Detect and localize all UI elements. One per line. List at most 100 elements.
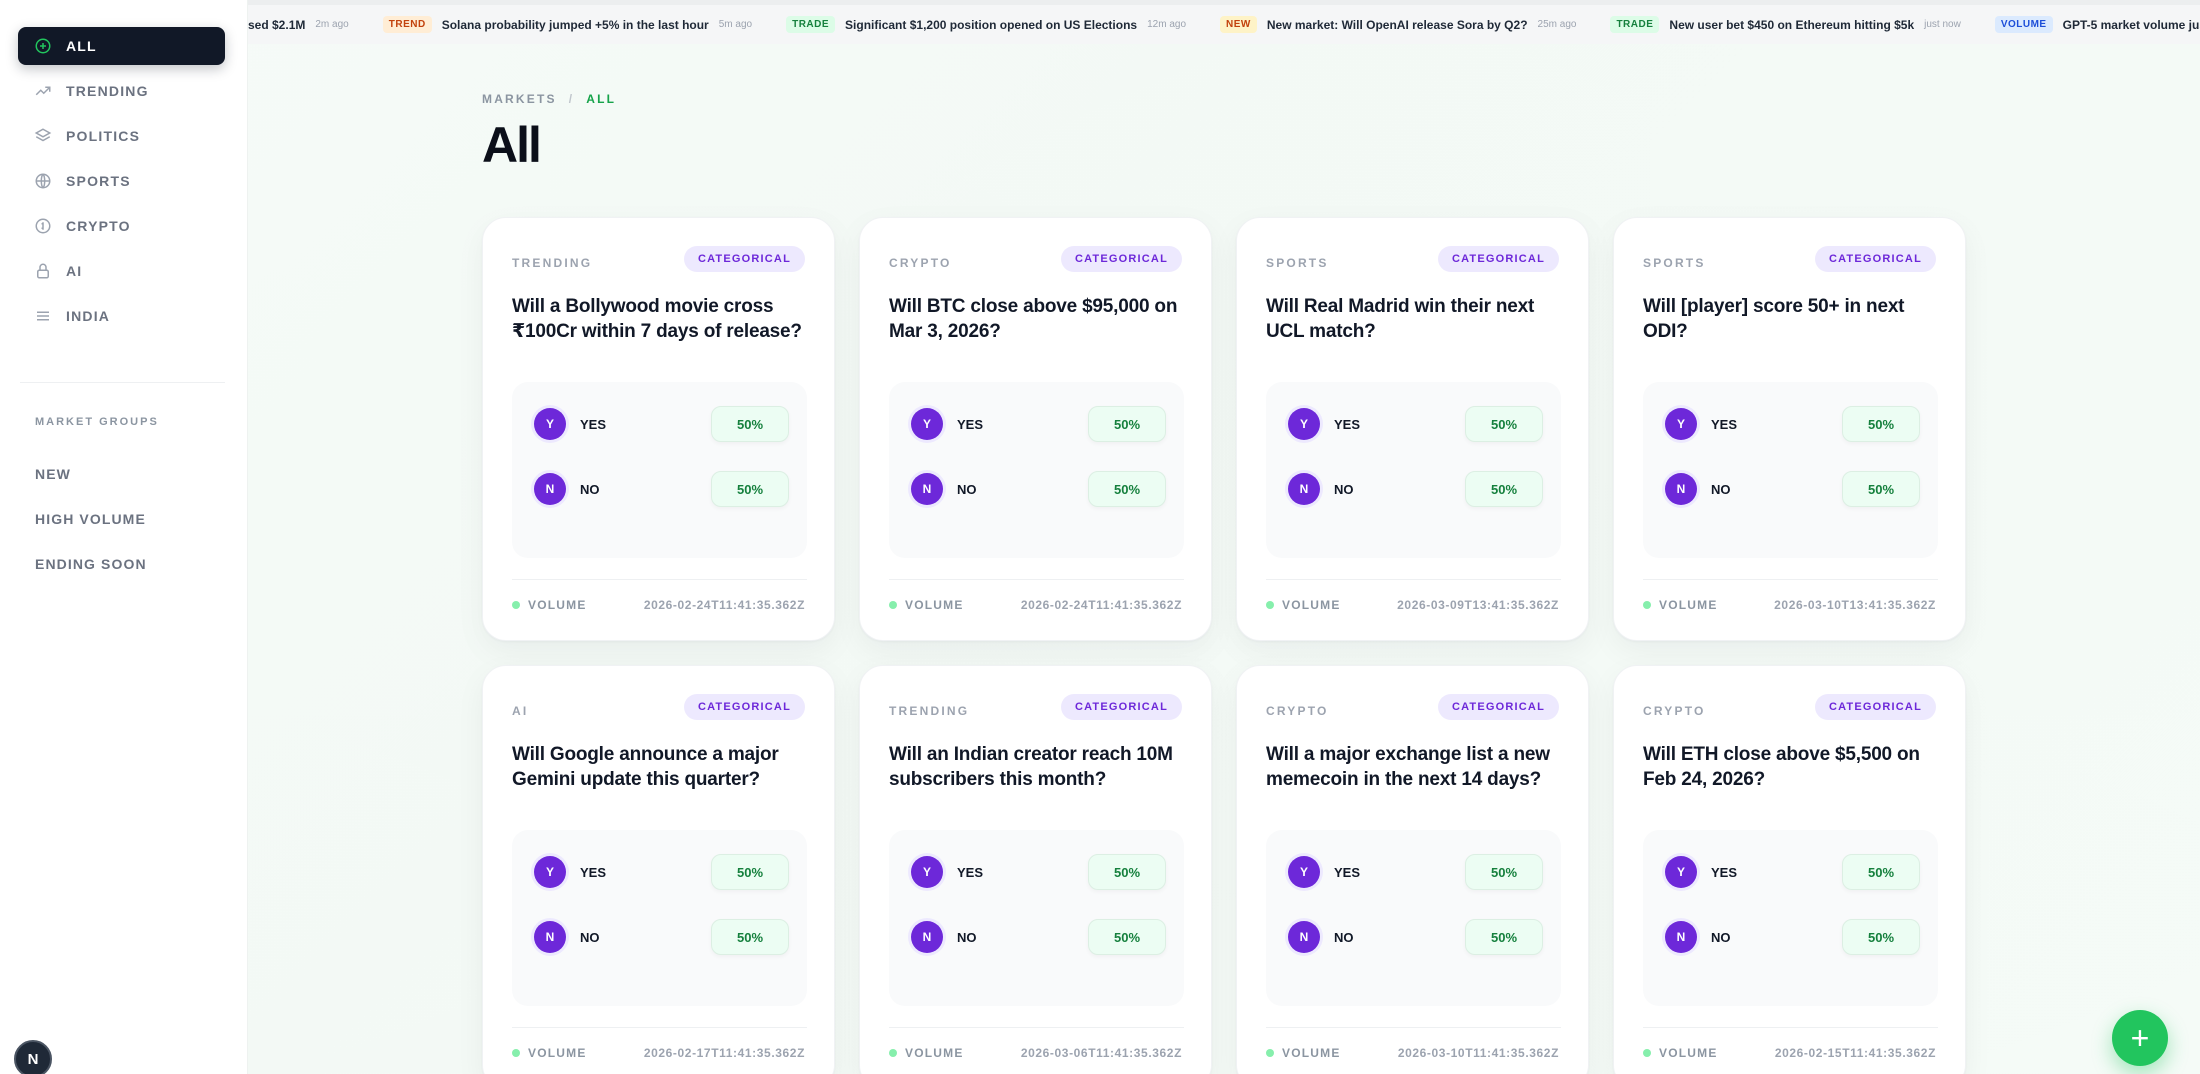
group-item-new[interactable]: NEW — [35, 466, 71, 482]
volume-dot-icon — [1266, 601, 1274, 609]
outcome-no[interactable]: N NO 50% — [911, 919, 1166, 955]
market-card[interactable]: TRENDING CATEGORICAL Will a Bollywood mo… — [482, 217, 835, 641]
sidebar-item-trending[interactable]: TRENDING — [18, 72, 225, 110]
ticker-item[interactable]: TREND Solana probability jumped +5% in th… — [382, 16, 752, 33]
breadcrumb-separator: / — [568, 92, 575, 106]
outcome-no-price-button[interactable]: 50% — [1088, 919, 1166, 955]
market-question[interactable]: Will BTC close above $95,000 on Mar 3, 2… — [889, 294, 1199, 344]
outcome-no[interactable]: N NO 50% — [1288, 471, 1543, 507]
market-question[interactable]: Will Real Madrid win their next UCL matc… — [1266, 294, 1576, 344]
sidebar-item-all[interactable]: ALL — [18, 27, 225, 65]
sidebar-item-label: ALL — [66, 38, 97, 54]
market-card[interactable]: CRYPTO CATEGORICAL Will a major exchange… — [1236, 665, 1589, 1074]
outcome-no[interactable]: N NO 50% — [1288, 919, 1543, 955]
sidebar-item-label: AI — [66, 263, 83, 279]
outcome-yes[interactable]: Y YES 50% — [1665, 854, 1920, 890]
add-market-button[interactable]: + — [2112, 1010, 2168, 1066]
ticker-item[interactable]: TRADE Significant $1,200 position opened … — [786, 16, 1186, 33]
outcome-no-price-button[interactable]: 50% — [711, 471, 789, 507]
outcome-no-price-button[interactable]: 50% — [711, 919, 789, 955]
outcome-yes-price-button[interactable]: 50% — [1088, 854, 1166, 890]
market-card[interactable]: CRYPTO CATEGORICAL Will ETH close above … — [1613, 665, 1966, 1074]
outcome-yes[interactable]: Y YES 50% — [1288, 854, 1543, 890]
outcome-panel: Y YES 50% N NO 50% — [1643, 382, 1938, 558]
market-type-badge: CATEGORICAL — [1060, 694, 1182, 720]
market-question[interactable]: Will a major exchange list a new memecoi… — [1266, 742, 1576, 792]
outcome-no-price-button[interactable]: 50% — [1842, 919, 1920, 955]
sidebar-item-ai[interactable]: AI — [18, 252, 225, 290]
outcome-yes[interactable]: Y YES 50% — [534, 854, 789, 890]
market-question[interactable]: Will a Bollywood movie cross ₹100Cr with… — [512, 294, 822, 344]
ticker-badge: TREND — [382, 16, 432, 33]
coin-icon — [34, 217, 52, 235]
sidebar-item-sports[interactable]: SPORTS — [18, 162, 225, 200]
sidebar-item-india[interactable]: INDIA — [18, 297, 225, 335]
ticker-badge: VOLUME — [1994, 16, 2053, 33]
volume-indicator: VOLUME — [889, 1046, 964, 1060]
outcome-no-label: NO — [1334, 481, 1354, 497]
group-item-high-volume[interactable]: HIGH VOLUME — [35, 511, 146, 527]
ticker-item[interactable]: sed $2.1M 2m ago — [248, 18, 349, 32]
outcome-yes-price-button[interactable]: 50% — [1088, 406, 1166, 442]
outcome-no-price-button[interactable]: 50% — [1088, 471, 1166, 507]
market-type-badge: CATEGORICAL — [683, 694, 805, 720]
outcome-no[interactable]: N NO 50% — [534, 471, 789, 507]
outcome-no-label: NO — [580, 481, 600, 497]
market-end-date: 2026-03-06T11:41:35.362Z — [1020, 1046, 1182, 1060]
market-card[interactable]: SPORTS CATEGORICAL Will [player] score 5… — [1613, 217, 1966, 641]
sidebar-item-politics[interactable]: POLITICS — [18, 117, 225, 155]
outcome-no-price-button[interactable]: 50% — [1465, 919, 1543, 955]
market-card[interactable]: AI CATEGORICAL Will Google announce a ma… — [482, 665, 835, 1074]
group-item-ending-soon[interactable]: ENDING SOON — [35, 556, 147, 572]
breadcrumb-root[interactable]: MARKETS — [482, 92, 557, 106]
outcome-no[interactable]: N NO 50% — [911, 471, 1166, 507]
market-card[interactable]: CRYPTO CATEGORICAL Will BTC close above … — [859, 217, 1212, 641]
market-category: AI — [512, 704, 529, 718]
outcome-panel: Y YES 50% N NO 50% — [1266, 382, 1561, 558]
layers-icon — [34, 127, 52, 145]
market-card[interactable]: SPORTS CATEGORICAL Will Real Madrid win … — [1236, 217, 1589, 641]
market-question[interactable]: Will ETH close above $5,500 on Feb 24, 2… — [1643, 742, 1953, 792]
outcome-yes-price-button[interactable]: 50% — [1465, 854, 1543, 890]
sidebar-item-label: SPORTS — [66, 173, 131, 189]
user-avatar[interactable]: N — [14, 1040, 52, 1074]
outcome-yes[interactable]: Y YES 50% — [534, 406, 789, 442]
ticker-item[interactable]: VOLUME GPT-5 market volume just — [1994, 16, 2200, 33]
outcome-yes-price-button[interactable]: 50% — [1465, 406, 1543, 442]
ticker-item[interactable]: NEW New market: Will OpenAI release Sora … — [1220, 16, 1576, 33]
page-title: All — [482, 117, 542, 173]
outcome-no[interactable]: N NO 50% — [1665, 919, 1920, 955]
ticker-badge: TRADE — [786, 16, 836, 33]
market-card[interactable]: TRENDING CATEGORICAL Will an Indian crea… — [859, 665, 1212, 1074]
market-question[interactable]: Will Google announce a major Gemini upda… — [512, 742, 822, 792]
market-question[interactable]: Will an Indian creator reach 10M subscri… — [889, 742, 1199, 792]
market-question[interactable]: Will [player] score 50+ in next ODI? — [1643, 294, 1953, 344]
outcome-no[interactable]: N NO 50% — [534, 919, 789, 955]
outcome-no[interactable]: N NO 50% — [1665, 471, 1920, 507]
outcome-no-price-button[interactable]: 50% — [1465, 471, 1543, 507]
ticker-time: 25m ago — [1537, 19, 1577, 30]
ticker-item[interactable]: TRADE New user bet $450 on Ethereum hitti… — [1610, 16, 1961, 33]
outcome-yes[interactable]: Y YES 50% — [1665, 406, 1920, 442]
outcome-no-label: NO — [957, 481, 977, 497]
card-divider — [1643, 1027, 1938, 1028]
outcome-yes-price-button[interactable]: 50% — [711, 854, 789, 890]
volume-label: VOLUME — [1282, 598, 1341, 612]
outcome-yes-avatar: Y — [534, 856, 566, 888]
outcome-no-label: NO — [580, 929, 600, 945]
volume-dot-icon — [889, 1049, 897, 1057]
outcome-no-price-button[interactable]: 50% — [1842, 471, 1920, 507]
menu-icon — [34, 307, 52, 325]
outcome-yes[interactable]: Y YES 50% — [911, 406, 1166, 442]
outcome-yes[interactable]: Y YES 50% — [1288, 406, 1543, 442]
outcome-yes-price-button[interactable]: 50% — [711, 406, 789, 442]
volume-label: VOLUME — [1659, 598, 1718, 612]
market-category: SPORTS — [1266, 256, 1329, 270]
outcome-yes-price-button[interactable]: 50% — [1842, 854, 1920, 890]
volume-label: VOLUME — [1659, 1046, 1718, 1060]
outcome-yes[interactable]: Y YES 50% — [911, 854, 1166, 890]
outcome-no-label: NO — [1334, 929, 1354, 945]
ticker-message: Significant $1,200 position opened on US… — [845, 17, 1138, 32]
outcome-yes-price-button[interactable]: 50% — [1842, 406, 1920, 442]
sidebar-item-crypto[interactable]: CRYPTO — [18, 207, 225, 245]
